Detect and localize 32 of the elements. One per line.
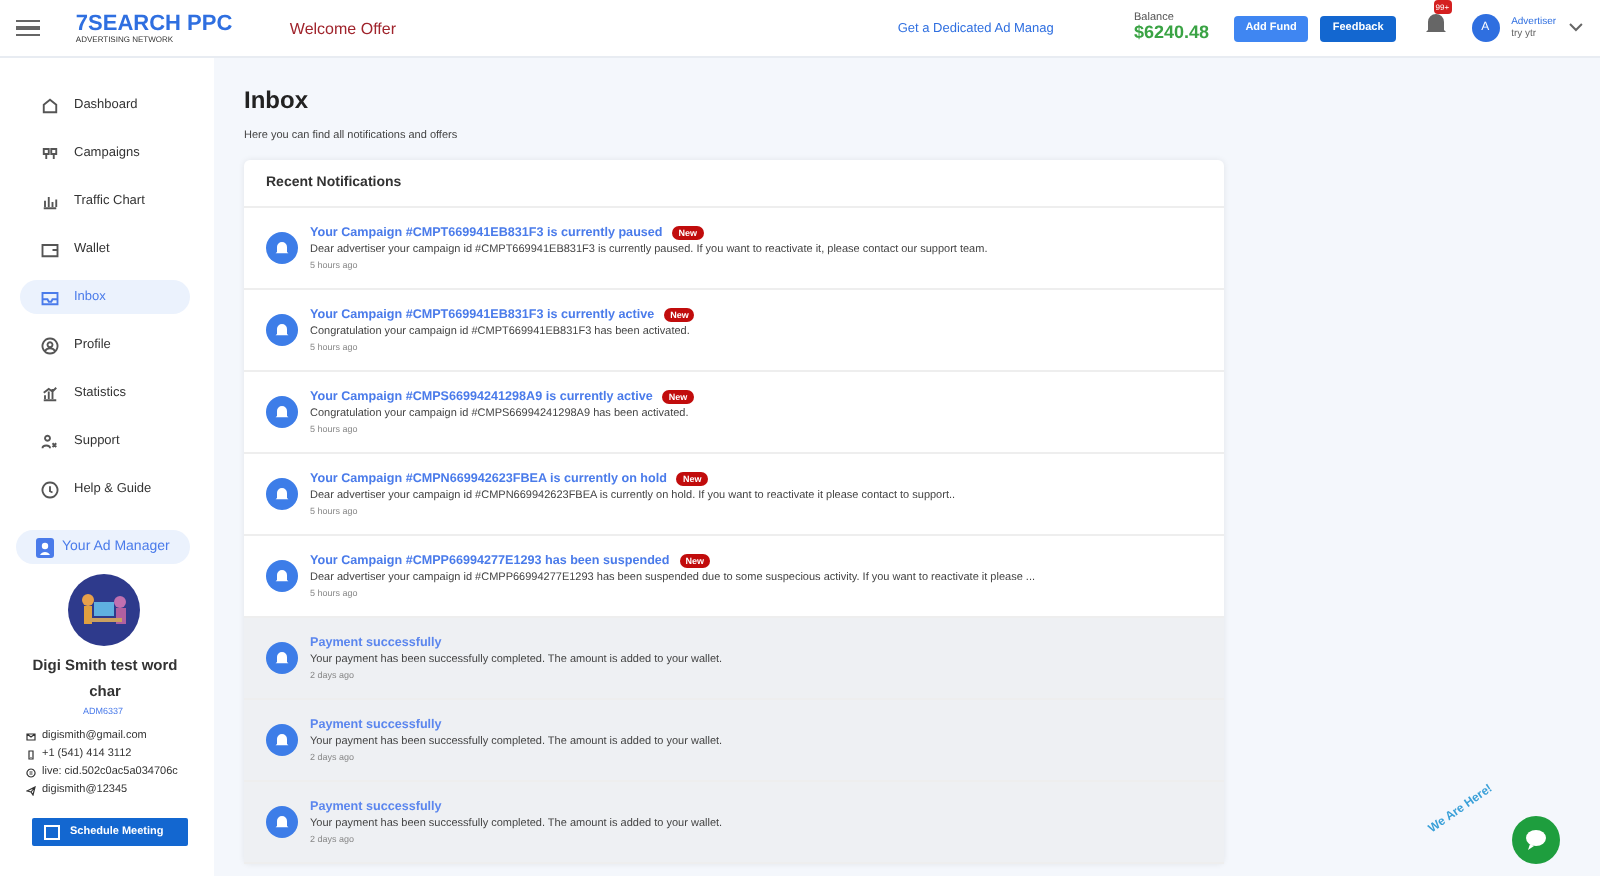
welcome-offer-link[interactable]: Welcome Offer bbox=[289, 19, 886, 37]
bell-icon bbox=[266, 478, 298, 510]
caret-icon[interactable] bbox=[1568, 22, 1585, 34]
menu-icon[interactable] bbox=[16, 20, 40, 36]
phone-icon bbox=[26, 749, 36, 759]
person-icon bbox=[36, 537, 54, 557]
bell-icon bbox=[266, 560, 298, 592]
nav-icon bbox=[40, 143, 60, 163]
nav-icon bbox=[40, 239, 60, 259]
nav-icon bbox=[40, 335, 60, 355]
chat-icon[interactable] bbox=[1512, 816, 1560, 864]
bell-icon bbox=[266, 232, 298, 264]
page-title: Inbox bbox=[244, 86, 310, 114]
bell-icon bbox=[266, 642, 298, 674]
logo-title: 7SEARCH PPC bbox=[75, 13, 233, 35]
nav-icon bbox=[40, 191, 60, 211]
bell-icon bbox=[266, 396, 298, 428]
paper-plane-icon bbox=[26, 785, 36, 795]
manager-illustration bbox=[67, 574, 139, 646]
balance-amount: $6240.48 bbox=[1134, 24, 1212, 44]
nav-icon bbox=[40, 431, 60, 451]
bell-icon bbox=[266, 724, 298, 756]
nav-icon bbox=[40, 479, 60, 499]
nav-icon bbox=[40, 383, 60, 403]
bell-icon bbox=[266, 314, 298, 346]
calendar-icon bbox=[44, 823, 60, 839]
chat-bubble-icon bbox=[26, 767, 36, 777]
nav-icon bbox=[40, 287, 60, 307]
bell-icon bbox=[266, 806, 298, 838]
nav-icon bbox=[40, 95, 60, 115]
envelope-icon bbox=[26, 731, 36, 741]
bell-icon[interactable] bbox=[1423, 10, 1448, 36]
